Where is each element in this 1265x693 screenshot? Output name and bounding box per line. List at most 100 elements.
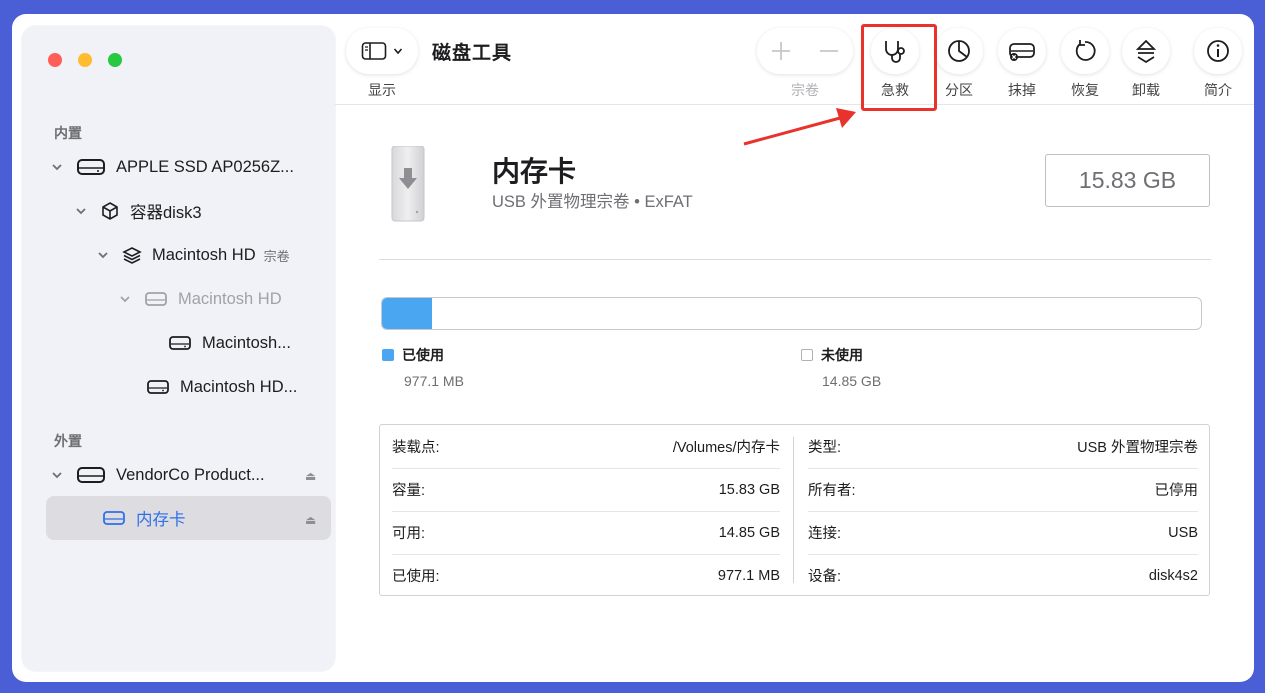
sidebar: 内置 APPLE SSD AP0256Z... 容器disk3 Macintos…	[22, 26, 335, 671]
info-key: 已使用:	[392, 569, 440, 585]
first-aid-highlight-box	[861, 24, 937, 111]
info-row-used: 已使用: 977.1 MB	[380, 554, 792, 597]
capacity-display: 15.83 GB	[1045, 154, 1210, 207]
eject-icon[interactable]: ⏏	[305, 513, 316, 527]
row-separator	[392, 554, 780, 555]
volume-add-remove-group	[757, 28, 853, 74]
info-row-capacity: 容量: 15.83 GB	[380, 468, 792, 511]
sidebar-item-label: Macintosh HD	[178, 289, 282, 308]
toolbar-divider	[335, 104, 1254, 105]
sidebar-item-macintosh-hd-snapshot[interactable]: Macintosh HD	[118, 277, 282, 321]
info-table-column-divider	[793, 437, 794, 583]
external-drive-icon	[103, 511, 125, 525]
usage-bar-used-fill	[382, 298, 432, 329]
sidebar-item-label: VendorCo Product...	[116, 465, 265, 484]
restore-icon	[1075, 40, 1096, 61]
sidebar-item-vendorco[interactable]: VendorCo Product...	[50, 453, 265, 497]
chevron-down-icon[interactable]	[74, 204, 88, 218]
disk-utility-window: 内置 APPLE SSD AP0256Z... 容器disk3 Macintos…	[12, 14, 1254, 682]
sidebar-item-apple-ssd[interactable]: APPLE SSD AP0256Z...	[50, 145, 294, 189]
external-disk-image-icon	[391, 146, 425, 222]
sidebar-item-memory-card[interactable]: 内存卡	[102, 496, 186, 540]
info-caption: 简介	[1204, 82, 1232, 98]
eject-icon[interactable]: ⏏	[305, 469, 316, 483]
volume-name: 内存卡	[492, 156, 577, 187]
chevron-down-icon	[393, 48, 403, 55]
internal-section-header: 内置	[54, 125, 82, 141]
sidebar-item-label: 内存卡	[136, 511, 186, 529]
close-window-button[interactable]	[48, 53, 62, 67]
sidebar-item-sublabel: 宗卷	[263, 248, 290, 264]
free-swatch	[801, 349, 813, 361]
info-row-device: 设备: disk4s2	[796, 554, 1210, 597]
window-title: 磁盘工具	[432, 43, 513, 64]
minimize-window-button[interactable]	[78, 53, 92, 67]
info-value: disk4s2	[1148, 567, 1198, 584]
unmount-button[interactable]	[1122, 28, 1170, 74]
restore-button[interactable]	[1061, 28, 1109, 74]
sidebar-item-macintosh-hd-data[interactable]: Macintosh HD...	[146, 365, 297, 409]
chevron-down-icon[interactable]	[50, 468, 64, 482]
info-row-type: 类型: USB 外置物理宗卷	[796, 425, 1210, 468]
hard-drive-icon	[169, 336, 191, 350]
annotation-arrow-icon	[743, 108, 856, 146]
used-value: 977.1 MB	[404, 373, 464, 389]
sidebar-item-label: Macintosh HD	[152, 245, 256, 264]
chevron-down-icon[interactable]	[96, 248, 110, 262]
info-row-available: 可用: 14.85 GB	[380, 511, 792, 554]
info-value: 14.85 GB	[718, 524, 780, 541]
hard-drive-icon	[77, 159, 105, 175]
sidebar-item-macintosh-snapshot[interactable]: Macintosh...	[168, 321, 291, 365]
info-value: 已停用	[1154, 483, 1199, 499]
external-drive-icon	[77, 467, 105, 483]
external-section-header: 外置	[54, 433, 82, 449]
layers-icon	[122, 247, 142, 264]
info-key: 容量:	[392, 483, 426, 499]
sidebar-item-label: Macintosh HD...	[180, 377, 298, 396]
info-key: 可用:	[392, 526, 426, 542]
remove-volume-icon[interactable]	[805, 28, 853, 74]
restore-caption: 恢复	[1071, 82, 1099, 98]
chevron-down-icon[interactable]	[118, 292, 132, 306]
info-key: 所有者:	[808, 483, 856, 499]
info-row-owners: 所有者: 已停用	[796, 468, 1210, 511]
row-separator	[808, 554, 1198, 555]
info-value: 15.83 GB	[718, 481, 780, 498]
sidebar-item-container[interactable]: 容器disk3	[74, 189, 202, 233]
unmount-caption: 卸载	[1132, 82, 1160, 98]
info-value: USB 外置物理宗卷	[1077, 440, 1198, 456]
partition-button[interactable]	[935, 28, 983, 74]
detail-divider	[379, 259, 1211, 260]
add-volume-icon[interactable]	[757, 28, 805, 74]
sidebar-item-label: APPLE SSD AP0256Z...	[116, 157, 294, 176]
volume-caption: 宗卷	[791, 82, 819, 98]
row-separator	[392, 511, 780, 512]
erase-button[interactable]	[998, 28, 1046, 74]
row-separator	[392, 468, 780, 469]
partition-caption: 分区	[945, 82, 973, 98]
sidebar-toggle-icon	[361, 42, 387, 60]
free-legend-label: 未使用	[821, 347, 863, 363]
sidebar-selection-highlight	[46, 496, 331, 540]
view-caption: 显示	[368, 82, 396, 98]
free-legend: 未使用	[801, 345, 863, 365]
free-value: 14.85 GB	[822, 373, 882, 389]
row-separator	[808, 511, 1198, 512]
chevron-down-icon[interactable]	[50, 160, 64, 174]
volume-description: USB 外置物理宗卷 • ExFAT	[492, 193, 693, 211]
erase-drive-icon	[1009, 43, 1035, 61]
info-value: USB	[1168, 524, 1198, 541]
erase-caption: 抹掉	[1008, 82, 1036, 98]
sidebar-item-label: 容器disk3	[130, 204, 202, 222]
view-menu-button[interactable]	[346, 28, 418, 74]
info-button[interactable]	[1194, 28, 1242, 74]
info-value: 977.1 MB	[717, 567, 780, 584]
zoom-window-button[interactable]	[108, 53, 122, 67]
info-icon	[1207, 40, 1229, 62]
info-value: /Volumes/内存卡	[672, 440, 780, 456]
hard-drive-icon	[145, 292, 167, 306]
row-separator	[808, 468, 1198, 469]
sidebar-item-volume-group[interactable]: Macintosh HD 宗卷	[96, 233, 290, 277]
usage-bar	[381, 297, 1202, 330]
container-box-icon	[102, 202, 118, 220]
